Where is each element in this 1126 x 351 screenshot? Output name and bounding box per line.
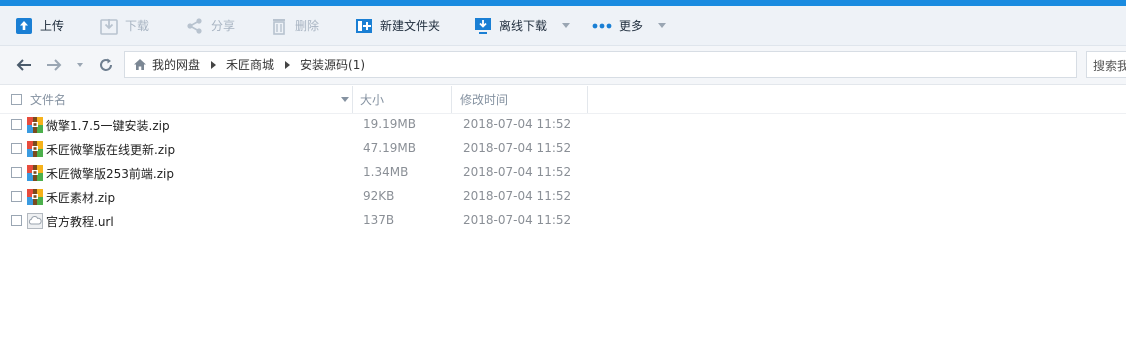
file-modified: 2018-07-04 11:52 (463, 141, 572, 155)
file-row[interactable]: 禾匠微擎版在线更新.zip 47.19MB 2018-07-04 11:52 (0, 137, 600, 161)
home-icon[interactable] (133, 58, 147, 71)
file-modified: 2018-07-04 11:52 (463, 189, 572, 203)
breadcrumb: 我的网盘 禾匠商城 安装源码(1) (124, 51, 1077, 78)
file-name[interactable]: 禾匠微擎版在线更新.zip (46, 141, 175, 158)
zip-archive-icon (27, 165, 43, 181)
column-header-size[interactable]: 大小 (360, 86, 384, 113)
file-list-header: 文件名 大小 修改时间 (0, 86, 1126, 114)
row-checkbox[interactable] (11, 167, 22, 178)
back-arrow-icon[interactable] (14, 56, 34, 74)
file-size: 1.34MB (363, 165, 409, 179)
upload-button[interactable]: 上传 (15, 6, 64, 45)
delete-button[interactable]: 删除 (270, 6, 319, 45)
file-size: 47.19MB (363, 141, 416, 155)
breadcrumb-item-current[interactable]: 安装源码(1) (300, 56, 365, 73)
breadcrumb-item-folder[interactable]: 禾匠商城 (226, 56, 274, 73)
column-header-modified[interactable]: 修改时间 (460, 86, 508, 113)
breadcrumb-separator-icon (211, 60, 217, 69)
share-label: 分享 (211, 19, 236, 33)
file-name[interactable]: 微擎1.7.5一键安装.zip (46, 117, 170, 134)
file-row[interactable]: 禾匠素材.zip 92KB 2018-07-04 11:52 (0, 185, 600, 209)
new-folder-icon (355, 17, 373, 35)
file-row[interactable]: 官方教程.url 137B 2018-07-04 11:52 (0, 209, 600, 233)
column-header-name[interactable]: 文件名 (30, 86, 66, 113)
toolbar: 上传 下载 分享 删除 新建文件夹 离线下载 更多 (0, 6, 1126, 46)
trash-icon (270, 17, 288, 35)
chevron-down-icon[interactable] (562, 23, 571, 28)
column-divider[interactable] (587, 86, 588, 113)
download-label: 下载 (125, 19, 150, 33)
file-row[interactable]: 微擎1.7.5一键安装.zip 19.19MB 2018-07-04 11:52 (0, 113, 600, 137)
column-divider[interactable] (451, 86, 452, 113)
more-dots-icon (592, 17, 612, 35)
offline-download-label: 离线下载 (499, 19, 548, 33)
zip-archive-icon (27, 189, 43, 205)
chevron-down-icon[interactable] (658, 23, 667, 28)
select-all-checkbox[interactable] (11, 94, 22, 105)
row-checkbox[interactable] (11, 143, 22, 154)
file-size: 19.19MB (363, 117, 416, 131)
column-modified-label: 修改时间 (460, 93, 509, 107)
column-divider[interactable] (352, 86, 353, 113)
more-button[interactable]: 更多 (592, 6, 667, 45)
breadcrumb-separator-icon (285, 60, 291, 69)
file-size: 137B (363, 213, 395, 227)
delete-label: 删除 (295, 19, 320, 33)
zip-archive-icon (27, 141, 43, 157)
file-size: 92KB (363, 189, 395, 203)
share-icon (186, 17, 204, 35)
file-name[interactable]: 禾匠微擎版253前端.zip (46, 165, 174, 182)
file-modified: 2018-07-04 11:52 (463, 117, 572, 131)
row-checkbox[interactable] (11, 191, 22, 202)
more-label: 更多 (619, 19, 644, 33)
zip-archive-icon (27, 117, 43, 133)
column-name-label: 文件名 (30, 93, 67, 107)
download-button[interactable]: 下载 (100, 6, 149, 45)
history-chevron-down-icon[interactable] (70, 56, 90, 74)
address-bar: 我的网盘 禾匠商城 安装源码(1) 搜索我的网盘 (0, 46, 1126, 85)
column-size-label: 大小 (360, 93, 385, 107)
offline-download-icon (474, 17, 492, 35)
download-icon (100, 17, 118, 35)
new-folder-label: 新建文件夹 (380, 19, 441, 33)
url-cloud-icon (27, 213, 43, 229)
upload-label: 上传 (40, 19, 65, 33)
breadcrumb-item-my-drive[interactable]: 我的网盘 (152, 56, 200, 73)
file-name[interactable]: 官方教程.url (46, 213, 114, 230)
search-input[interactable]: 搜索我的网盘 (1086, 51, 1126, 78)
share-button[interactable]: 分享 (186, 6, 235, 45)
row-checkbox[interactable] (11, 215, 22, 226)
file-modified: 2018-07-04 11:52 (463, 213, 572, 227)
file-modified: 2018-07-04 11:52 (463, 165, 572, 179)
row-checkbox[interactable] (11, 119, 22, 130)
upload-icon (15, 17, 33, 35)
refresh-icon[interactable] (96, 56, 116, 74)
file-name[interactable]: 禾匠素材.zip (46, 189, 115, 206)
forward-arrow-icon[interactable] (44, 56, 64, 74)
sort-chevron-down-icon[interactable] (341, 97, 349, 102)
file-row[interactable]: 禾匠微擎版253前端.zip 1.34MB 2018-07-04 11:52 (0, 161, 600, 185)
new-folder-button[interactable]: 新建文件夹 (355, 6, 440, 45)
offline-download-button[interactable]: 离线下载 (474, 6, 571, 45)
